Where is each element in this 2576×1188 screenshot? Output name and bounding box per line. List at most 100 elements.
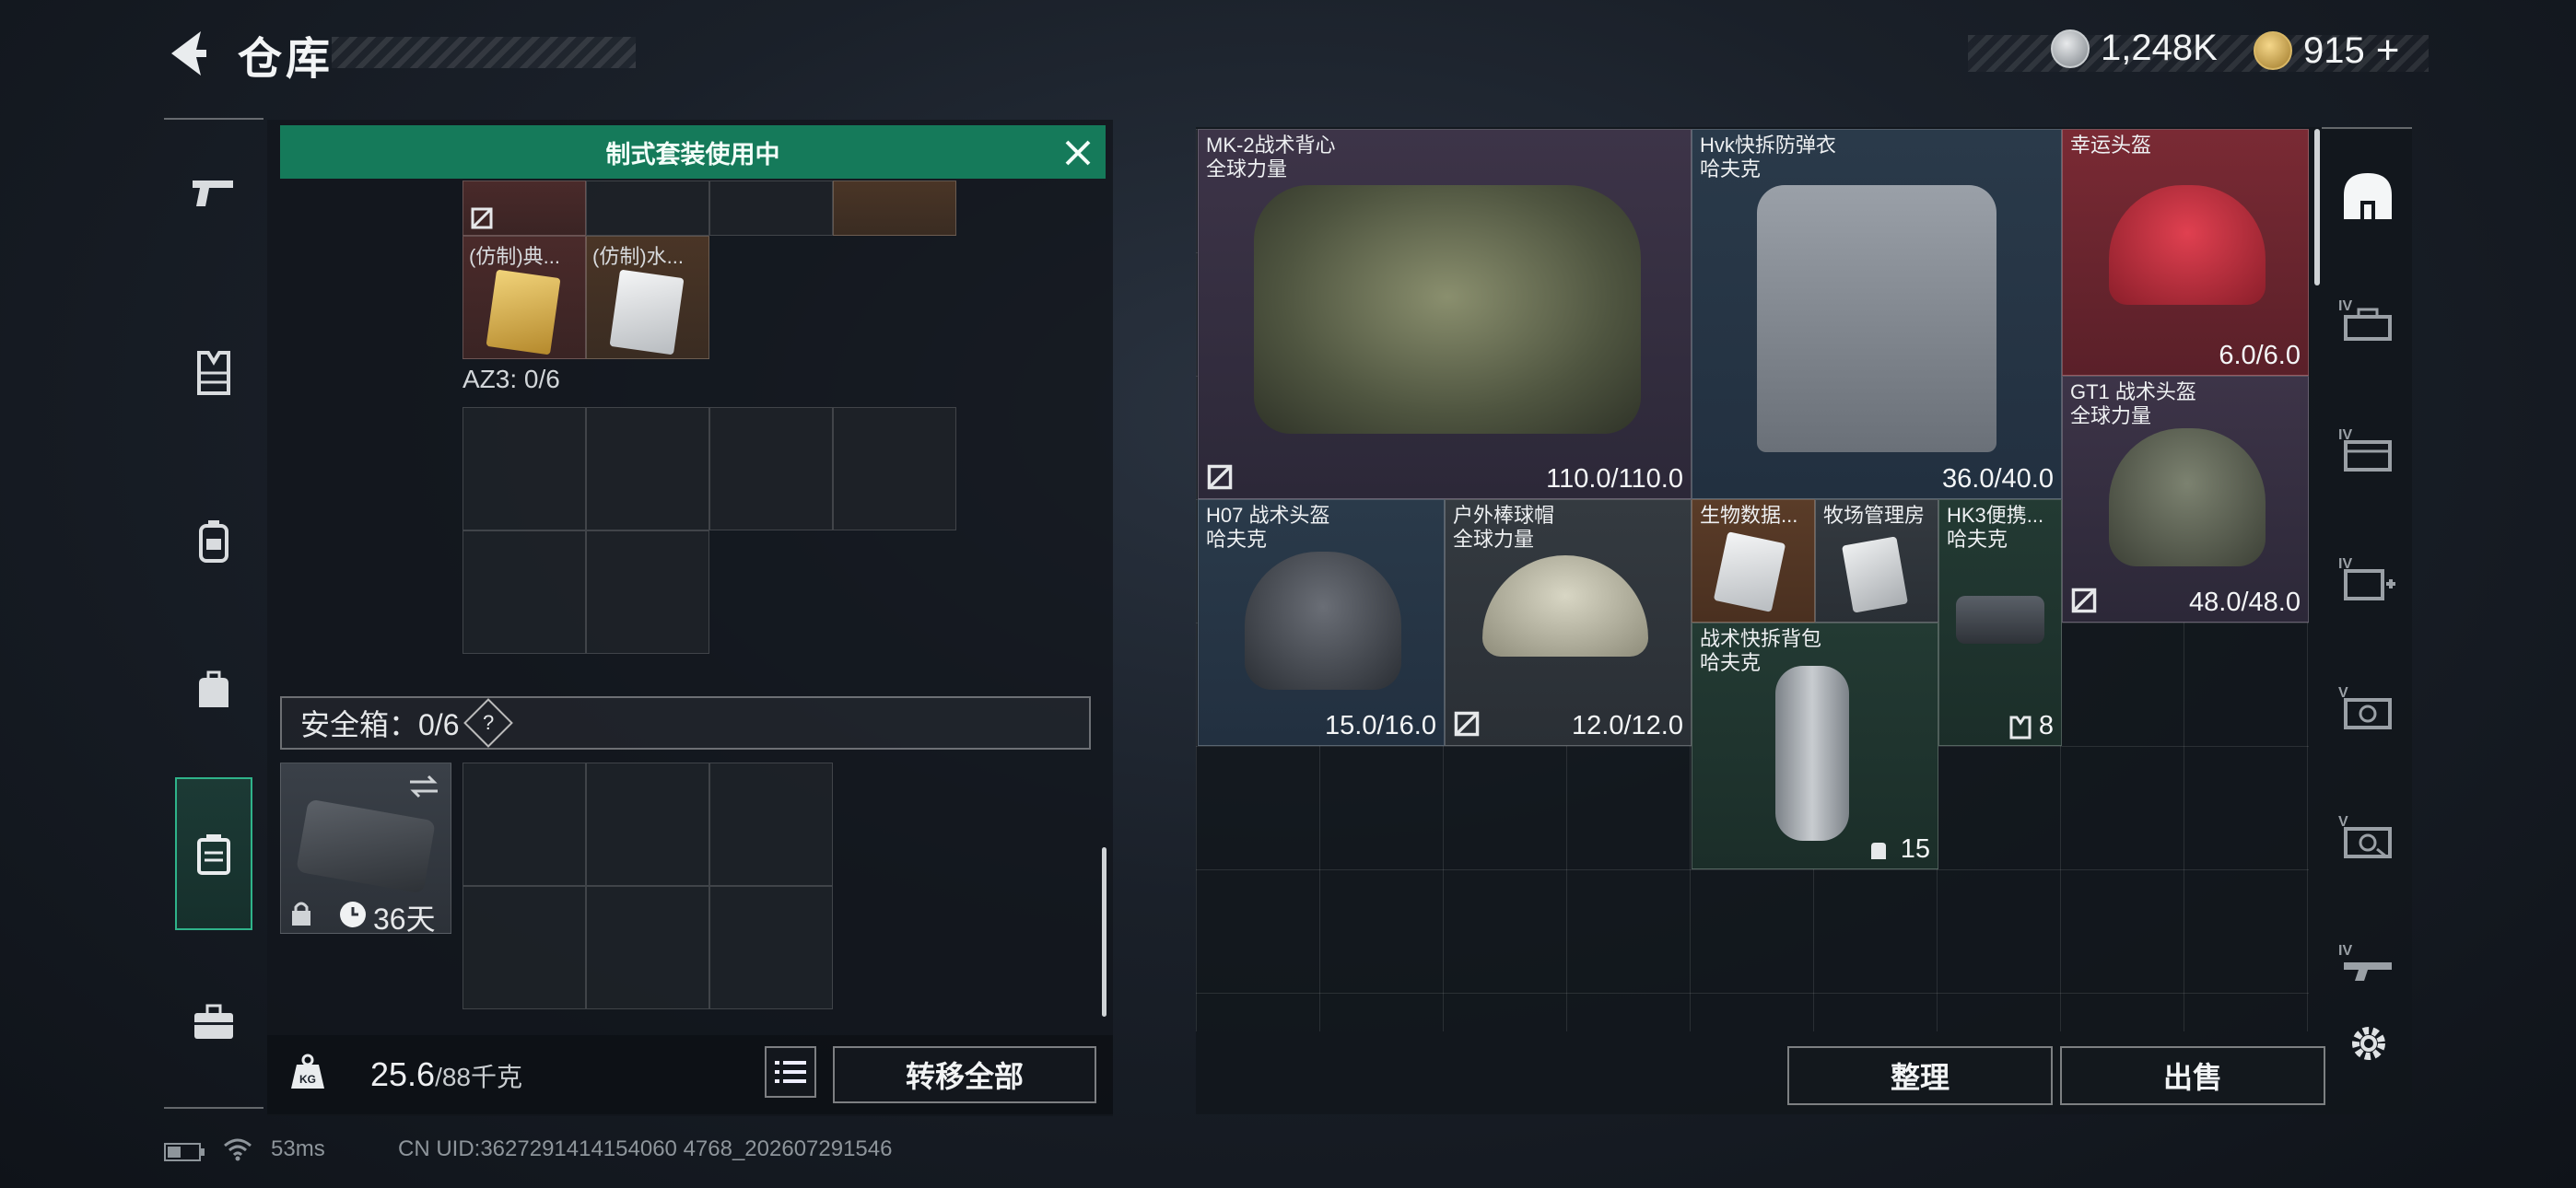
loadout-set-banner: 制式套装使用中 [280, 125, 1106, 179]
no-insurance-icon [471, 207, 493, 229]
safebox-item[interactable]: 36天 [280, 763, 451, 936]
inventory-slot[interactable] [709, 181, 833, 236]
az3-slot[interactable] [586, 407, 709, 530]
safebox-slot[interactable] [586, 886, 709, 1009]
helmet-image [2109, 185, 2266, 305]
armor-image [1757, 185, 1996, 452]
safebox-slot[interactable] [463, 763, 586, 886]
helmet-image [1245, 552, 1401, 690]
capacity-value: 15 [1900, 834, 1930, 864]
stash-tab-optics[interactable]: V [2338, 681, 2397, 740]
nav-safebox[interactable] [175, 777, 252, 930]
backpack-icon [199, 670, 228, 707]
no-insurance-icon [1454, 711, 1480, 737]
stash-tab-medical[interactable]: IV [2338, 553, 2397, 611]
az3-slot[interactable] [463, 407, 586, 530]
durability-value: 6.0/6.0 [2219, 341, 2301, 370]
currency-coins-value: 1,248K [2101, 28, 2218, 68]
silver-coin-icon [2051, 29, 2090, 68]
safebox-header: 安全箱：0/6 ? [280, 696, 1091, 750]
stash-item-bio-data[interactable]: 生物数据... [1692, 499, 1815, 623]
item-name: MK-2战术背心 全球力量 [1206, 134, 1336, 181]
back-arrow-icon[interactable] [164, 26, 210, 81]
ping-indicator: 53ms [271, 1136, 325, 1161]
durability-value: 36.0/40.0 [1942, 464, 2054, 494]
lock-icon [292, 902, 310, 926]
stash-tab-optics-alt[interactable]: V [2338, 810, 2397, 869]
list-view-button[interactable] [765, 1046, 816, 1098]
stash-item-mk2-vest[interactable]: MK-2战术背心 全球力量 110.0/110.0 [1198, 129, 1692, 499]
inventory-slot[interactable] [586, 181, 709, 236]
currency-tokens[interactable]: 915 + [2254, 28, 2399, 74]
az3-slot[interactable] [586, 530, 709, 654]
stash-item-tactical-backpack[interactable]: 战术快拆背包 哈夫克 15 [1692, 623, 1938, 869]
item-name: (仿制)水... [592, 245, 684, 268]
left-category-nav [164, 118, 263, 1109]
stash-item-gt1-helmet[interactable]: GT1 战术头盔 全球力量 48.0/48.0 [2062, 376, 2309, 623]
item-name: 牧场管理房 [1823, 504, 1926, 527]
stash-item-h07-helmet[interactable]: H07 战术头盔 哈夫克 15.0/16.0 [1198, 499, 1445, 746]
stash-item-lucky-helmet[interactable]: 幸运头盔 6.0/6.0 [2062, 129, 2309, 376]
clock-icon [340, 902, 366, 927]
vest-image [1254, 185, 1641, 434]
az3-slot[interactable] [709, 407, 833, 530]
key-item-image [1842, 536, 1908, 613]
backpack-image [1775, 666, 1849, 841]
page-title: 仓库 [238, 35, 334, 84]
settings-gear-icon[interactable] [2348, 1022, 2390, 1065]
safebox-slot[interactable] [463, 886, 586, 1009]
currency-coins[interactable]: 1,248K [2051, 28, 2218, 69]
nav-weapon[interactable] [164, 120, 263, 267]
inventory-slot[interactable] [833, 181, 956, 236]
stash-category-nav: IV IV IV V V IV [2322, 127, 2412, 985]
inventory-item[interactable]: (仿制)典... [463, 236, 586, 359]
sell-button[interactable]: 出售 [2060, 1046, 2325, 1105]
stash-tab-all[interactable] [2338, 166, 2397, 225]
nav-armor[interactable] [164, 300, 263, 448]
nav-briefcase[interactable] [164, 949, 263, 1096]
nav-backpack[interactable] [164, 617, 263, 764]
item-name: 幸运头盔 [2070, 134, 2152, 157]
list-icon [775, 1061, 806, 1083]
stash-tab-weapon[interactable]: IV [2338, 939, 2397, 998]
stash-item-hvk-armor[interactable]: Hvk快拆防弹衣 哈夫克 36.0/40.0 [1692, 129, 2062, 499]
safebox-slot[interactable] [709, 886, 833, 1009]
safebox-icon [197, 834, 230, 875]
title-stripe-decoration [332, 37, 636, 68]
add-currency-button[interactable]: + [2376, 28, 2400, 74]
item-name: Hvk快拆防弹衣 哈夫克 [1700, 134, 1836, 181]
loadout-scrollbar[interactable] [1102, 847, 1107, 1017]
chest-rig-icon [199, 520, 228, 563]
organize-button[interactable]: 整理 [1787, 1046, 2053, 1105]
briefcase-icon [194, 1004, 233, 1039]
safebox-slot[interactable] [586, 763, 709, 886]
safebox-case-image [296, 798, 436, 894]
durability-value: 48.0/48.0 [2189, 588, 2301, 617]
help-icon[interactable]: ? [463, 698, 513, 748]
safebox-slot[interactable] [709, 763, 833, 886]
az3-slot[interactable] [833, 407, 956, 530]
inventory-item[interactable]: (仿制)水... [586, 236, 709, 359]
armor-vest-icon [197, 351, 230, 395]
camera-category-icon [2344, 698, 2392, 729]
gold-triangle-icon [2254, 31, 2292, 70]
user-uid: CN UID:3627291414154060 4768_20260729154… [398, 1136, 893, 1161]
close-icon[interactable] [1060, 134, 1096, 171]
stash-tab-rig[interactable]: IV [2338, 424, 2397, 483]
battery-icon [164, 1142, 206, 1162]
card-item-image [609, 269, 685, 355]
nav-chest-rig[interactable] [164, 468, 263, 615]
az3-slot[interactable] [463, 530, 586, 654]
cap-image [1482, 555, 1648, 657]
capacity-value: 8 [2038, 711, 2054, 740]
durability-value: 12.0/12.0 [1572, 711, 1683, 740]
transfer-all-button[interactable]: 转移全部 [833, 1046, 1096, 1103]
stash-scrollbar[interactable] [2314, 129, 2320, 285]
item-name: (仿制)典... [469, 245, 560, 268]
durability-value: 110.0/110.0 [1546, 464, 1683, 494]
stash-item-hk3-portable[interactable]: HK3便携... 哈夫克 8 [1938, 499, 2062, 746]
safebox-days-left: 36天 [373, 903, 436, 936]
stash-item-baseball-cap[interactable]: 户外棒球帽 全球力量 12.0/12.0 [1445, 499, 1692, 746]
stash-item-ranch-room[interactable]: 牧场管理房 [1815, 499, 1938, 623]
stash-tab-armor[interactable]: IV [2338, 295, 2397, 354]
